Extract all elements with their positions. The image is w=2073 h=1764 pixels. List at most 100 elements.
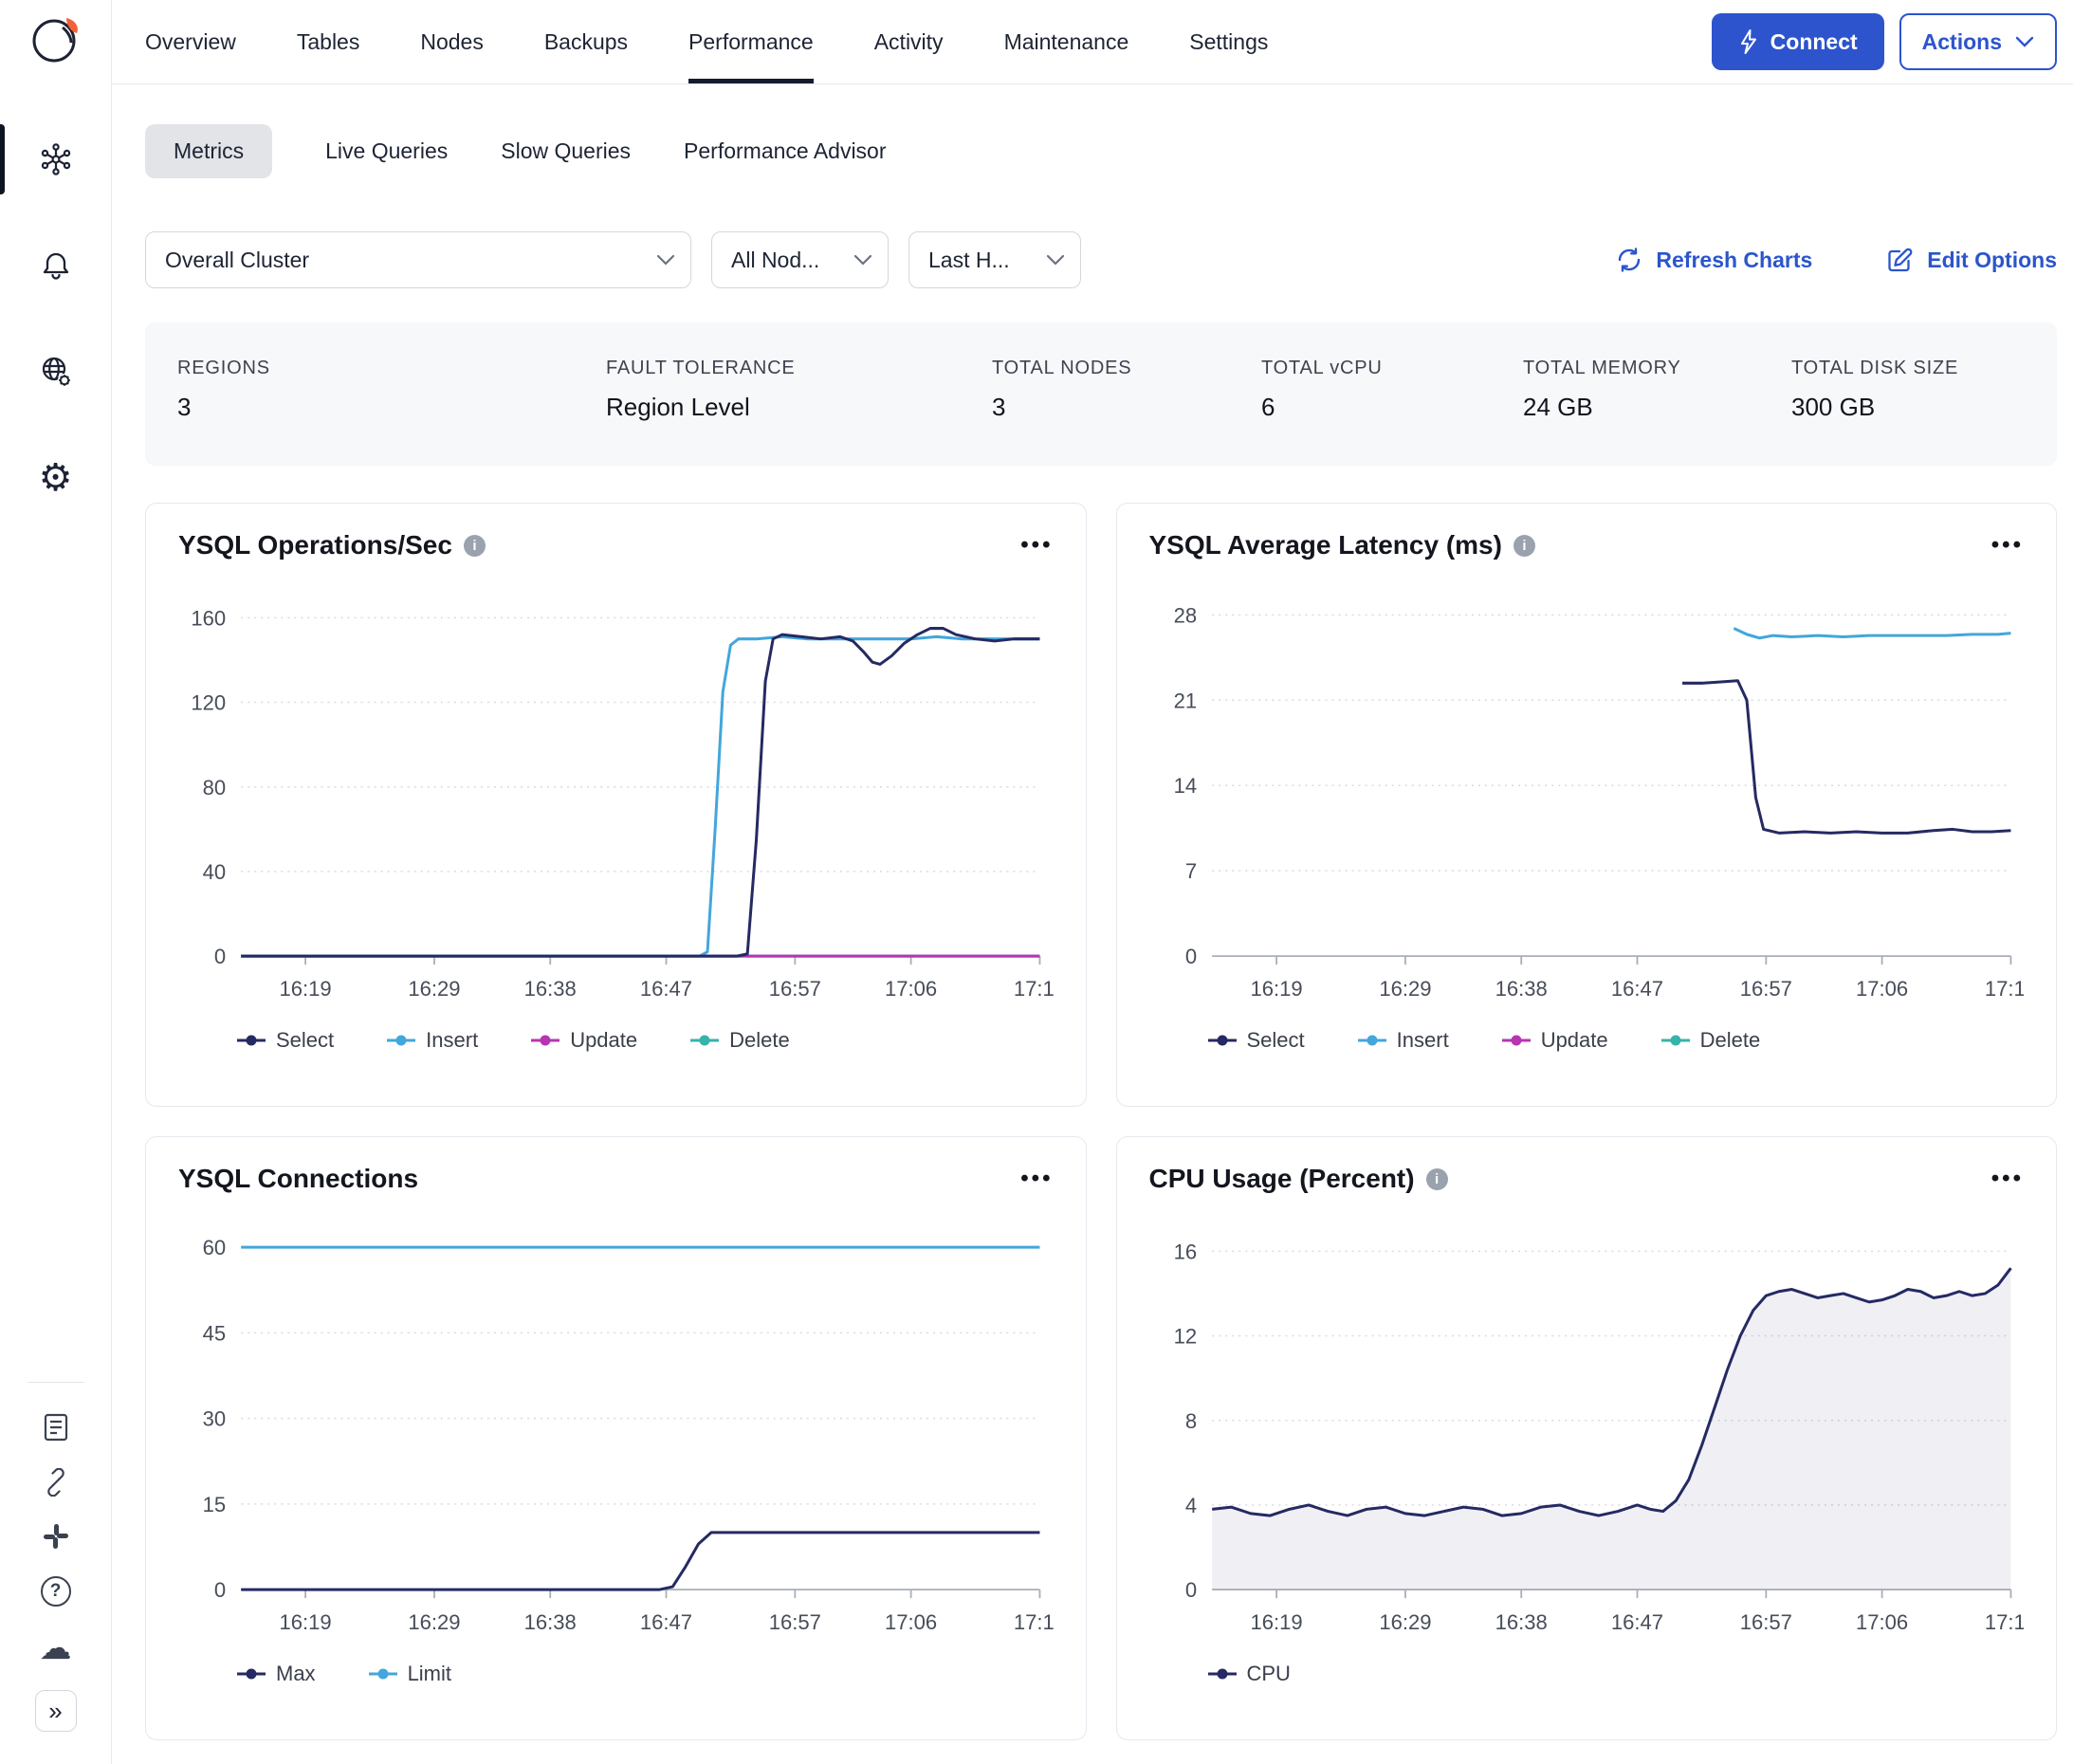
subtab-performance-advisor[interactable]: Performance Advisor (684, 124, 886, 178)
tab-backups[interactable]: Backups (544, 0, 628, 83)
edit-options-link[interactable]: Edit Options (1886, 246, 2057, 274)
svg-text:12: 12 (1173, 1325, 1197, 1349)
sidebar-item-settings[interactable]: ⚙ (0, 450, 111, 505)
svg-text:16:29: 16:29 (1379, 977, 1431, 1001)
svg-text:16:29: 16:29 (408, 977, 460, 1001)
svg-text:0: 0 (1184, 1578, 1196, 1602)
subtab-live-queries[interactable]: Live Queries (325, 124, 448, 178)
svg-text:16:47: 16:47 (640, 1610, 692, 1634)
sidebar-item-network[interactable] (0, 344, 111, 399)
chart-card-header: YSQL Average Latency (ms)i••• (1149, 530, 2025, 560)
subtab-slow-queries[interactable]: Slow Queries (501, 124, 631, 178)
svg-text:16:57: 16:57 (769, 977, 821, 1001)
stat-value: Region Level (606, 393, 992, 422)
legend-item-insert[interactable]: Insert (1358, 1028, 1449, 1053)
primary-tabs: Overview Tables Nodes Backups Performance Act… (145, 0, 1268, 83)
legend-marker-icon (1661, 1034, 1690, 1047)
chart-plot: 048121616:1916:2916:3816:4716:5717:0617:… (1149, 1205, 2025, 1662)
nodes-select[interactable]: All Nod... (711, 231, 889, 288)
legend-item-limit[interactable]: Limit (369, 1662, 451, 1686)
tab-tables[interactable]: Tables (297, 0, 359, 83)
svg-text:0: 0 (214, 1578, 226, 1602)
actions-label: Actions (1922, 29, 2002, 55)
chart-card-ysql-average-latency-ms: YSQL Average Latency (ms)i•••0714212816:… (1116, 503, 2058, 1107)
slack-icon (42, 1522, 70, 1551)
legend-item-insert[interactable]: Insert (387, 1028, 478, 1053)
svg-text:45: 45 (203, 1321, 227, 1345)
tab-settings[interactable]: Settings (1189, 0, 1268, 83)
svg-text:16:57: 16:57 (1739, 1610, 1791, 1634)
legend-item-cpu[interactable]: CPU (1208, 1662, 1291, 1686)
filter-row: Overall Cluster All Nod... Last H... (145, 231, 2057, 288)
svg-text:16:38: 16:38 (524, 1610, 577, 1634)
slack-button[interactable] (42, 1522, 70, 1551)
integrations-button[interactable] (42, 1468, 70, 1497)
legend-marker-icon (1358, 1034, 1386, 1047)
chart-menu-button[interactable]: ••• (1020, 1166, 1053, 1192)
chart-title: YSQL Average Latency (ms) (1149, 530, 1502, 560)
chart-menu-button[interactable]: ••• (1991, 532, 2024, 559)
legend-item-max[interactable]: Max (237, 1662, 316, 1686)
svg-text:0: 0 (1184, 945, 1196, 968)
svg-text:160: 160 (191, 606, 226, 630)
expand-sidebar-button[interactable]: » (35, 1690, 77, 1732)
svg-text:21: 21 (1173, 689, 1197, 712)
legend-item-update[interactable]: Update (531, 1028, 637, 1053)
legend-label: Select (1247, 1028, 1305, 1053)
svg-text:17:16: 17:16 (1014, 1610, 1054, 1634)
stat-fault-tolerance: FAULT TOLERANCE Region Level (606, 358, 992, 466)
sidebar-item-clusters[interactable] (0, 132, 111, 187)
stat-label: FAULT TOLERANCE (606, 358, 992, 379)
question-icon: ? (41, 1576, 71, 1607)
app-root: ⚙ (0, 0, 2073, 1764)
tab-overview[interactable]: Overview (145, 0, 236, 83)
tab-performance[interactable]: Performance (688, 0, 814, 83)
sidebar: ⚙ (0, 0, 112, 1764)
stat-total-nodes: TOTAL NODES3 (992, 358, 1261, 466)
stat-label: TOTAL NODES (992, 358, 1261, 379)
nodes-select-value: All Nod... (731, 248, 819, 273)
secondary-tabs: Metrics Live Queries Slow Queries Performan… (145, 124, 2057, 178)
time-range-select[interactable]: Last H... (908, 231, 1081, 288)
chart-menu-button[interactable]: ••• (1991, 1166, 2024, 1192)
chart-menu-button[interactable]: ••• (1020, 532, 1053, 559)
lightning-icon (1738, 28, 1759, 55)
chart-legend: Max Limit (237, 1662, 1054, 1686)
legend-label: Select (276, 1028, 334, 1053)
tab-activity[interactable]: Activity (874, 0, 944, 83)
legend-label: Limit (408, 1662, 451, 1686)
chart-card-header: YSQL Connections••• (178, 1164, 1054, 1194)
main-content: Overview Tables Nodes Backups Performance Act… (112, 0, 2073, 1764)
cloud-status-button[interactable]: ☁ (40, 1632, 72, 1664)
subtab-metrics[interactable]: Metrics (145, 124, 272, 178)
svg-text:17:06: 17:06 (885, 977, 937, 1001)
sidebar-item-alerts[interactable] (0, 238, 111, 293)
legend-item-select[interactable]: Select (237, 1028, 334, 1053)
actions-button[interactable]: Actions (1899, 13, 2057, 70)
refresh-charts-link[interactable]: Refresh Charts (1615, 246, 1812, 274)
refresh-charts-label: Refresh Charts (1656, 248, 1812, 273)
connect-button[interactable]: Connect (1712, 13, 1884, 70)
chart-card-header: YSQL Operations/Seci••• (178, 530, 1054, 560)
legend-item-select[interactable]: Select (1208, 1028, 1305, 1053)
docs-button[interactable] (42, 1412, 70, 1442)
svg-text:17:06: 17:06 (885, 1610, 937, 1634)
legend-marker-icon (387, 1034, 415, 1047)
svg-text:16:19: 16:19 (280, 1610, 332, 1634)
tab-maintenance[interactable]: Maintenance (1004, 0, 1129, 83)
legend-label: Max (276, 1662, 316, 1686)
tab-nodes[interactable]: Nodes (420, 0, 483, 83)
legend-label: Delete (729, 1028, 790, 1053)
chevron-down-icon (853, 254, 872, 266)
chevron-down-icon (2015, 36, 2034, 47)
legend-item-update[interactable]: Update (1502, 1028, 1608, 1053)
yugabyte-logo[interactable] (28, 11, 83, 71)
legend-item-delete[interactable]: Delete (690, 1028, 790, 1053)
cluster-select[interactable]: Overall Cluster (145, 231, 691, 288)
stat-total-disk-size: TOTAL DISK SIZE300 GB (1791, 358, 1958, 466)
legend-item-delete[interactable]: Delete (1661, 1028, 1761, 1053)
svg-text:16:47: 16:47 (640, 977, 692, 1001)
stat-value: 300 GB (1791, 393, 1958, 422)
chevron-down-icon (656, 254, 675, 266)
help-button[interactable]: ? (41, 1576, 71, 1607)
